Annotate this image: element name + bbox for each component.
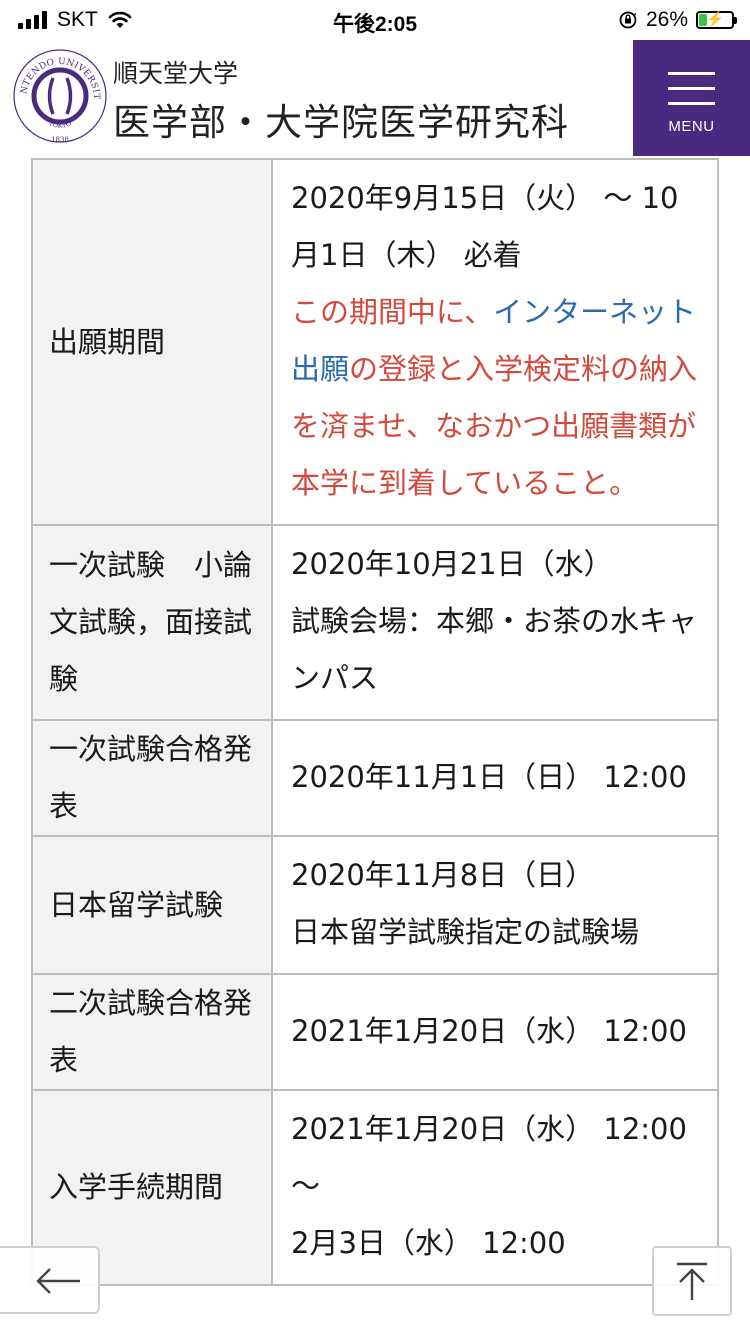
orientation-lock-icon	[619, 11, 637, 29]
row-label: 日本留学試験	[31, 835, 273, 975]
notice-text: この期間中に、	[291, 295, 494, 329]
value-line: 2020年11月8日（日）	[291, 858, 595, 892]
row-value: 2020年11月8日（日） 日本留学試験指定の試験場	[271, 835, 719, 975]
table-row: 出願期間 2020年9月15日（火） 〜 10月1日（木） 必着 この期間中に、…	[31, 158, 719, 526]
row-label: 一次試験 小論文試験，面接試験	[31, 524, 273, 721]
value-line: 日本留学試験指定の試験場	[291, 915, 640, 949]
value-line: 試験会場：本郷・お茶の水キャンパス	[291, 604, 698, 695]
hamburger-icon	[668, 72, 715, 117]
row-label: 出願期間	[31, 158, 273, 526]
logo-seal: JUNTENDO UNIVERSITY TOKYO 1838	[8, 41, 107, 144]
status-bar: SKT 午後2:05 26% ⚡	[0, 0, 750, 40]
table-row: 一次試験 小論文試験，面接試験 2020年10月21日（水） 試験会場：本郷・お…	[31, 524, 719, 721]
menu-label: MENU	[668, 118, 715, 135]
site-header: JUNTENDO UNIVERSITY TOKYO 1838 順天堂大学 医学部…	[0, 40, 750, 158]
school-name: 順天堂大学	[113, 59, 239, 88]
table-row: 日本留学試験 2020年11月8日（日） 日本留学試験指定の試験場	[31, 835, 719, 975]
notice-text: の登録と入学検定料の納入を済ませ、なおかつ出願書類が本学に到着していること。	[291, 352, 698, 500]
juntendo-university-seal-icon[interactable]: JUNTENDO UNIVERSITY TOKYO 1838	[8, 41, 108, 144]
table-row: 一次試験合格発表 2020年11月1日（日） 12:00	[31, 719, 719, 837]
battery-percent: 26%	[645, 8, 688, 31]
row-value: 2020年10月21日（水） 試験会場：本郷・お茶の水キャンパス	[271, 524, 719, 721]
value-line: 2020年10月21日（水）	[291, 547, 613, 581]
charging-bolt-icon: ⚡	[705, 11, 725, 28]
schedule-table-container: 出願期間 2020年9月15日（火） 〜 10月1日（木） 必着 この期間中に、…	[31, 158, 719, 1286]
row-value: 2021年1月20日（水） 12:00	[271, 973, 719, 1091]
value-line: 2020年11月1日（日） 12:00	[291, 759, 687, 794]
scroll-to-top-button[interactable]	[652, 1246, 732, 1316]
schedule-table: 出願期間 2020年9月15日（火） 〜 10月1日（木） 必着 この期間中に、…	[31, 158, 719, 1286]
value-line: 2021年1月20日（水） 12:00 〜	[291, 1112, 687, 1203]
value-line: 2021年1月20日（水） 12:00	[291, 1013, 687, 1048]
row-value: 2020年11月1日（日） 12:00	[271, 719, 719, 837]
back-button[interactable]	[0, 1246, 100, 1314]
row-label: 二次試験合格発表	[31, 973, 273, 1091]
table-row: 二次試験合格発表 2021年1月20日（水） 12:00	[31, 973, 719, 1091]
value-line: 2月3日（水） 12:00	[291, 1226, 566, 1260]
row-label: 一次試験合格発表	[31, 719, 273, 837]
svg-text:1838: 1838	[51, 136, 69, 144]
arrow-up-to-top-icon	[677, 1262, 707, 1300]
status-right: 26% ⚡	[618, 8, 737, 32]
menu-button[interactable]: MENU	[633, 40, 750, 156]
arrow-left-icon	[36, 1268, 80, 1294]
department-title: 医学部・大学院医学研究科	[113, 101, 569, 144]
battery-icon: ⚡	[696, 11, 737, 29]
row-value: 2020年9月15日（火） 〜 10月1日（木） 必着 この期間中に、インターネ…	[271, 158, 719, 526]
table-row: 入学手続期間 2021年1月20日（水） 12:00 〜 2月3日（水） 12:…	[31, 1089, 719, 1286]
application-period-dates: 2020年9月15日（火） 〜 10月1日（木） 必着	[291, 181, 679, 272]
